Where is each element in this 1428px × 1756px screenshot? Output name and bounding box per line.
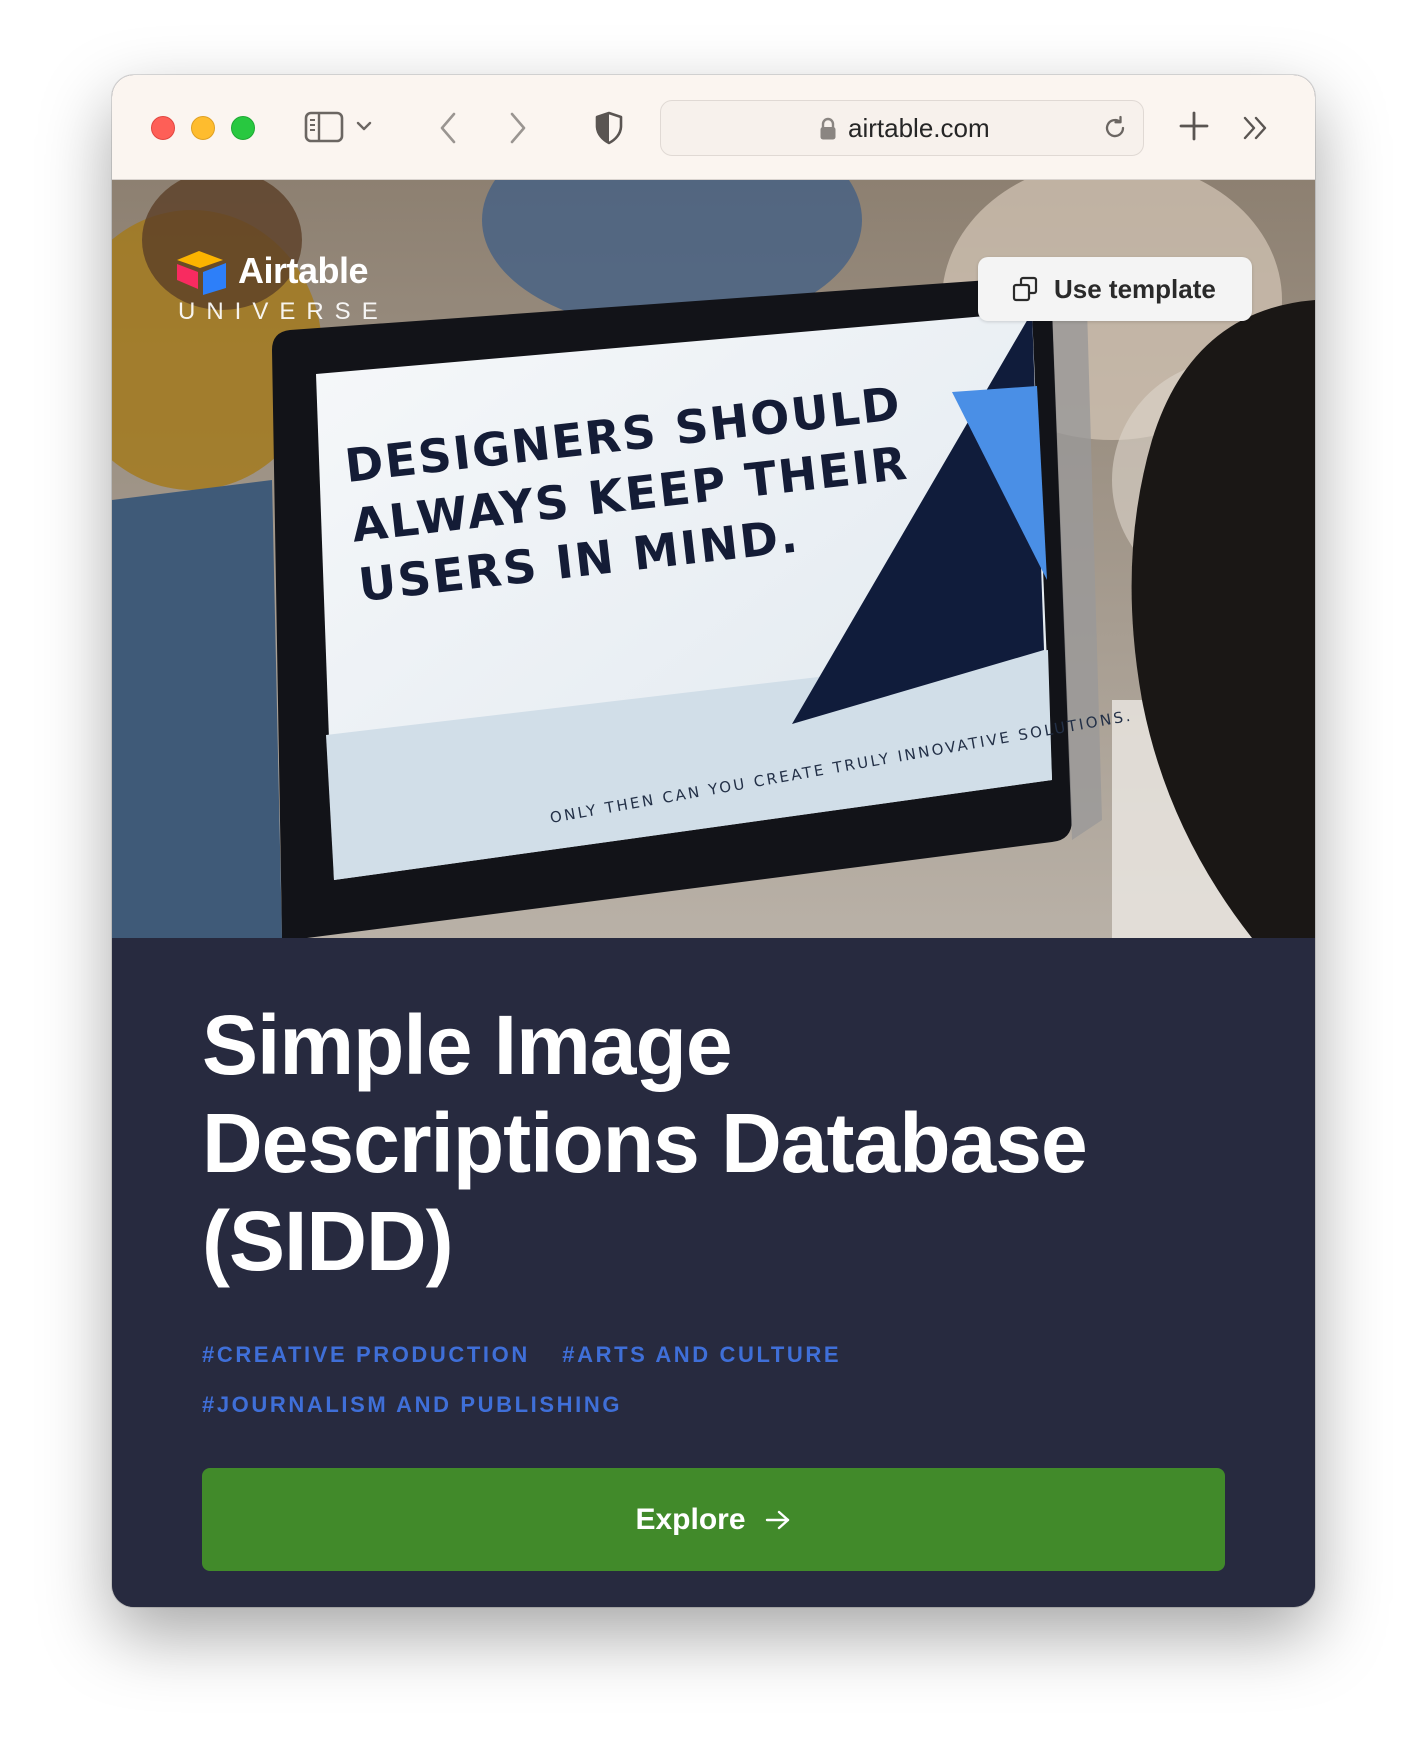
use-template-button[interactable]: Use template — [978, 257, 1252, 321]
sidebar-icon[interactable] — [304, 111, 344, 143]
tag-list: #CREATIVE PRODUCTION #ARTS AND CULTURE #… — [202, 1340, 1202, 1440]
logo-wordmark: Airtable — [238, 250, 369, 291]
tag-arts-and-culture[interactable]: #ARTS AND CULTURE — [562, 1340, 841, 1390]
airtable-logo-icon — [177, 251, 226, 295]
template-info-panel: Simple Image Descriptions Database (SIDD… — [112, 938, 1315, 1607]
shield-icon[interactable] — [594, 111, 624, 145]
duplicate-icon — [1012, 276, 1038, 302]
forward-icon[interactable] — [508, 111, 528, 145]
zoom-window-button[interactable] — [231, 116, 255, 140]
logo-subtitle: UNIVERSE — [178, 298, 389, 325]
back-icon[interactable] — [438, 111, 458, 145]
hero-image: DESIGNERS SHOULD ALWAYS KEEP THEIR USERS… — [112, 180, 1315, 938]
lock-icon — [819, 117, 837, 146]
new-tab-icon[interactable] — [1178, 110, 1210, 142]
arrow-right-icon — [764, 1508, 792, 1532]
tag-creative-production[interactable]: #CREATIVE PRODUCTION — [202, 1340, 530, 1390]
browser-window: airtable.com DESIGNERS SHOULD ALWAYS KEE… — [112, 75, 1315, 1607]
airtable-universe-logo[interactable]: Airtable UNIVERSE — [174, 248, 384, 338]
minimize-window-button[interactable] — [191, 116, 215, 140]
page-title: Simple Image Descriptions Database (SIDD… — [202, 998, 1088, 1288]
explore-label: Explore — [635, 1502, 746, 1536]
browser-toolbar: airtable.com — [112, 75, 1315, 180]
close-window-button[interactable] — [151, 116, 175, 140]
explore-button[interactable]: Explore — [202, 1468, 1225, 1571]
tag-journalism-and-publishing[interactable]: #JOURNALISM AND PUBLISHING — [202, 1390, 622, 1440]
chevron-down-icon[interactable] — [356, 119, 372, 133]
use-template-label: Use template — [1054, 273, 1216, 304]
reload-icon[interactable] — [1101, 114, 1129, 147]
url-text: airtable.com — [848, 113, 990, 143]
more-icon[interactable] — [1242, 115, 1270, 141]
address-bar[interactable]: airtable.com — [660, 100, 1144, 156]
